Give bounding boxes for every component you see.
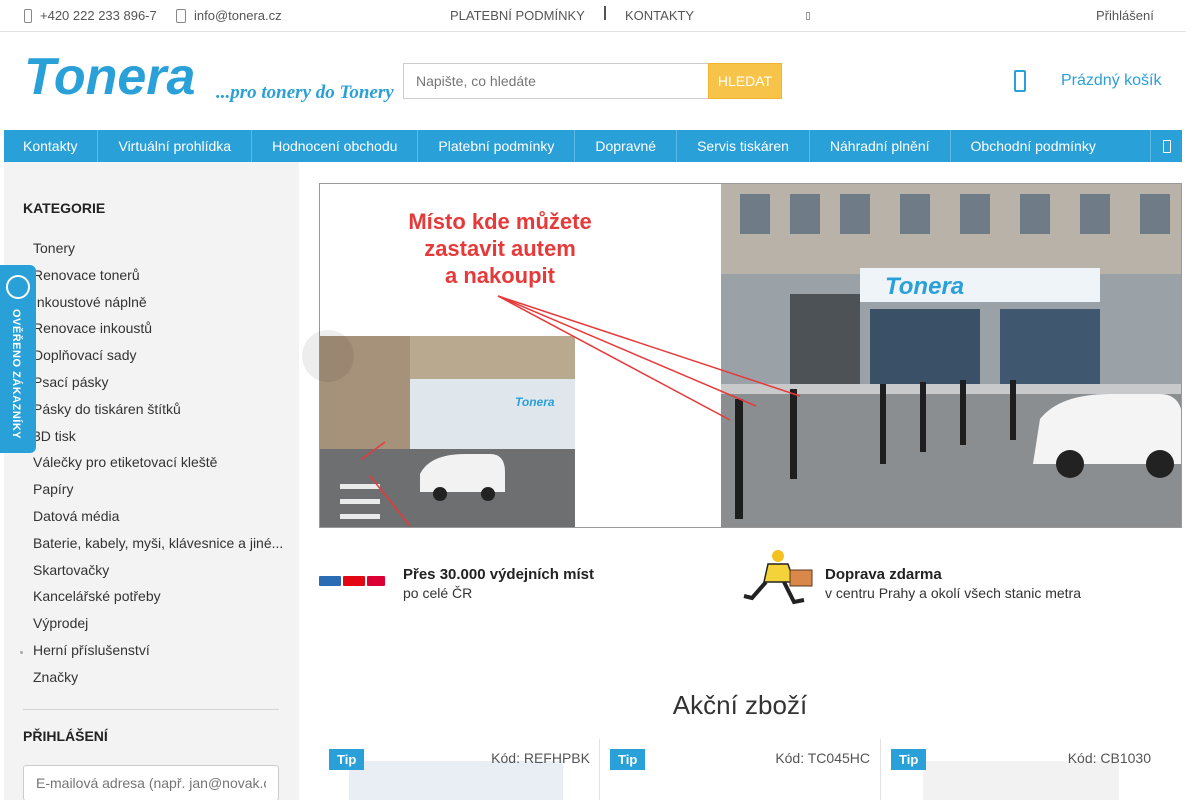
category-item[interactable]: Renovace tonerů xyxy=(33,265,283,292)
sidebar: KATEGORIE Tonery Renovace tonerů Inkoust… xyxy=(4,162,299,800)
store-banner[interactable]: Tonera Tonera Místo kde můžete zastavit … xyxy=(319,183,1182,528)
product-card[interactable]: Tip Kód: TC045HC xyxy=(599,739,880,800)
zasilkovna-logo-icon xyxy=(343,576,365,586)
category-item[interactable]: Papíry xyxy=(33,479,283,506)
logo-graphic: Tonera ...pro tonery do Tonery xyxy=(24,48,394,106)
verified-badge-label: OVĚŘENO ZÁKAZNÍKY xyxy=(10,309,22,440)
search-button[interactable]: HLEDAT xyxy=(708,63,782,99)
dpd-logo-icon xyxy=(367,576,385,586)
slider-prev-button[interactable] xyxy=(302,330,354,382)
phone-contact[interactable]: +420 222 233 896-7 xyxy=(24,8,157,23)
product-image xyxy=(349,761,563,800)
category-item[interactable]: Válečky pro etiketovací kleště xyxy=(33,452,283,479)
ppl-logo-icon xyxy=(319,576,341,586)
tip-badge: Tip xyxy=(891,749,927,770)
nav-item-printer-service[interactable]: Servis tiskáren xyxy=(677,130,810,162)
email-contact[interactable]: info@tonera.cz xyxy=(176,8,282,23)
nav-item-virtual-tour[interactable]: Virtuální prohlídka xyxy=(98,130,253,162)
categories-title: KATEGORIE xyxy=(23,200,106,216)
email-address: info@tonera.cz xyxy=(194,8,282,23)
nav-item-replacement-fulfillment[interactable]: Náhradní plnění xyxy=(810,130,951,162)
product-code: Kód: REFHPBK xyxy=(491,750,590,766)
language-icon[interactable] xyxy=(806,12,810,20)
svg-text:Tonera: Tonera xyxy=(515,395,555,409)
site-logo[interactable]: Tonera ...pro tonery do Tonery xyxy=(24,48,404,106)
tip-badge: Tip xyxy=(610,749,646,770)
category-item[interactable]: Datová média xyxy=(33,506,283,533)
category-item[interactable]: Výprodej xyxy=(33,613,283,640)
nav-item-shop-rating[interactable]: Hodnocení obchodu xyxy=(252,130,419,162)
nav-item-contacts[interactable]: Kontakty xyxy=(4,130,99,162)
courier-icon xyxy=(743,550,813,605)
product-card[interactable]: Tip Kód: REFHPBK xyxy=(319,739,600,800)
product-card[interactable]: Tip Kód: CB1030 xyxy=(880,739,1161,800)
cart-icon[interactable] xyxy=(1014,70,1026,92)
category-item[interactable]: Doplňovací sady xyxy=(33,345,283,372)
carrier-logos xyxy=(319,576,395,588)
category-item[interactable]: Baterie, kabely, myši, klávesnice a jiné… xyxy=(33,533,283,560)
benefit-subtitle-shipping: v centru Prahy a okolí všech stanic metr… xyxy=(825,585,1081,601)
banner-caption: Místo kde můžete zastavit autem a nakoup… xyxy=(350,208,650,289)
category-item[interactable]: Pásky do tiskáren štítků xyxy=(33,399,283,426)
top-link-contacts-label: KONTAKTY xyxy=(625,8,695,23)
nav-item-shipping[interactable]: Dopravné xyxy=(575,130,678,162)
category-list: Tonery Renovace tonerů Inkoustové náplně… xyxy=(33,238,283,694)
phone-number: +420 222 233 896-7 xyxy=(40,8,157,23)
phone-icon xyxy=(24,8,32,23)
banner-caption-line: zastavit autem xyxy=(424,236,576,261)
nav-more-icon[interactable] xyxy=(1150,130,1182,162)
seal-icon xyxy=(6,275,30,299)
product-image xyxy=(923,761,1119,800)
top-link-contacts[interactable]: KONTAKTY xyxy=(625,8,694,23)
category-item[interactable]: Herní příslušenství xyxy=(33,640,283,667)
nav-item-payment-terms[interactable]: Platební podmínky xyxy=(418,130,576,162)
category-item[interactable]: Skartovačky xyxy=(33,560,283,587)
banner-caption-line: Místo kde můžete xyxy=(408,209,592,234)
login-link-label: Přihlášení xyxy=(1096,8,1154,23)
logo-text: Tonera xyxy=(24,52,195,104)
login-title: PŘIHLÁŠENÍ xyxy=(23,728,108,744)
banner-caption-line: a nakoupit xyxy=(444,263,555,288)
sidebar-divider xyxy=(23,709,279,710)
category-item[interactable]: Tonery xyxy=(33,238,283,265)
top-bar: +420 222 233 896-7 info@tonera.cz PLATEB… xyxy=(0,0,1186,32)
top-separator xyxy=(604,6,606,20)
section-title: Akční zboží xyxy=(672,690,808,720)
email-field[interactable] xyxy=(23,765,279,800)
category-item[interactable]: Značky xyxy=(33,667,283,694)
svg-text:Tonera: Tonera xyxy=(885,273,964,300)
product-code: Kód: TC045HC xyxy=(775,750,870,766)
verified-badge[interactable]: OVĚŘENO ZÁKAZNÍKY xyxy=(0,265,36,453)
category-item[interactable]: Kancelářské potřeby xyxy=(33,586,283,613)
benefit-title-pickup: Přes 30.000 výdejních míst xyxy=(403,566,594,583)
login-link[interactable]: Přihlášení xyxy=(1096,8,1154,23)
tip-badge: Tip xyxy=(329,749,365,770)
mail-icon xyxy=(176,8,186,23)
nav-item-business-terms[interactable]: Obchodní podmínky xyxy=(951,130,1116,162)
benefit-title-shipping: Doprava zdarma xyxy=(825,566,942,583)
benefit-subtitle-pickup: po celé ČR xyxy=(403,585,473,601)
product-code: Kód: CB1030 xyxy=(1067,750,1151,766)
search-input[interactable] xyxy=(403,63,709,99)
top-link-payment-label: PLATEBNÍ PODMÍNKY xyxy=(450,8,585,23)
category-item[interactable]: Renovace inkoustů xyxy=(33,318,283,345)
cart-label[interactable]: Prázdný košík xyxy=(1061,72,1161,90)
bullet-icon xyxy=(20,651,23,654)
main-nav: Kontakty Virtuální prohlídka Hodnocení o… xyxy=(4,130,1182,162)
top-link-payment[interactable]: PLATEBNÍ PODMÍNKY xyxy=(450,8,585,23)
category-item[interactable]: Inkoustové náplně xyxy=(33,292,283,319)
logo-slogan: ...pro tonery do Tonery xyxy=(216,82,394,103)
category-item[interactable]: 3D tisk xyxy=(33,426,283,453)
category-item[interactable]: Psací pásky xyxy=(33,372,283,399)
